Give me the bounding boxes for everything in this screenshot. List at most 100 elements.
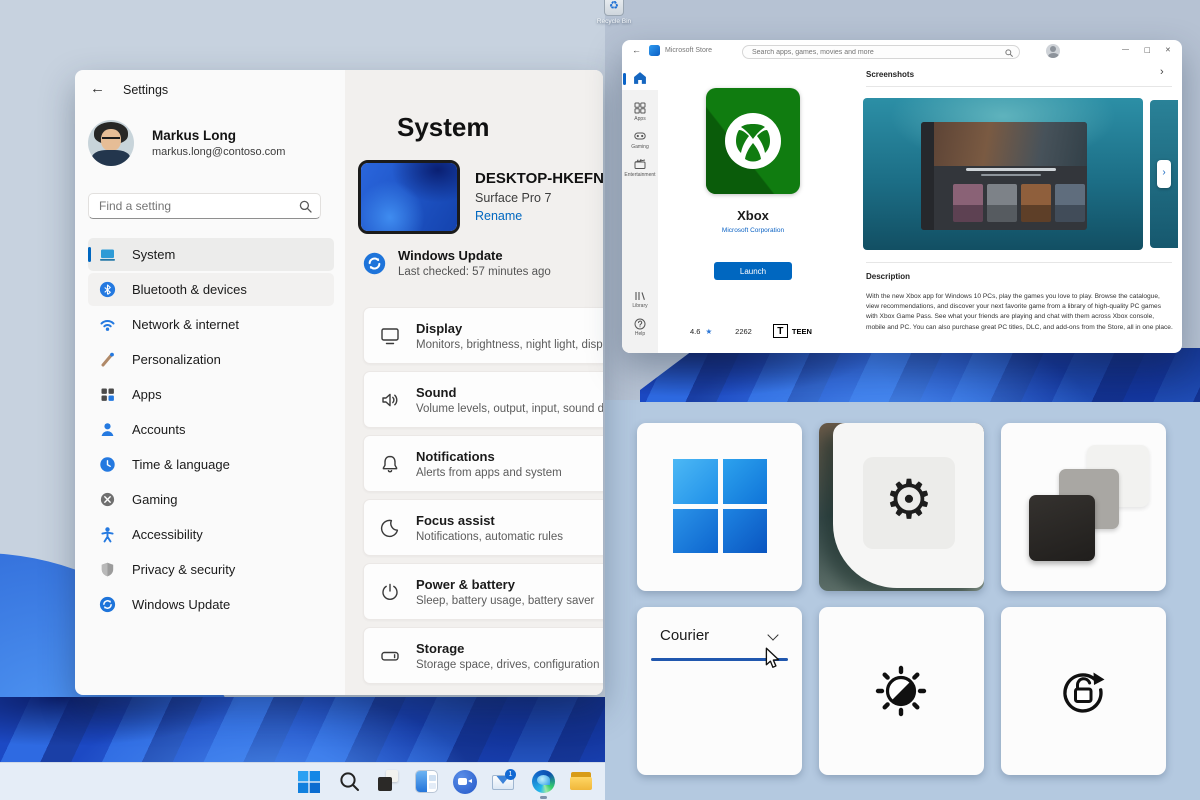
- sidebar-item-time-language[interactable]: Time & language: [88, 448, 334, 481]
- folder-front: [570, 777, 592, 790]
- row-title: Power & battery: [416, 577, 594, 592]
- device-thumbnail: [358, 160, 460, 234]
- row-title: Focus assist: [416, 513, 563, 528]
- row-subtitle: Storage space, drives, configuration rul…: [416, 659, 603, 671]
- sidebar-item-personalization[interactable]: Personalization: [88, 343, 334, 376]
- rating-count: 2262: [735, 327, 752, 336]
- display-icon: [378, 324, 402, 348]
- widgets-icon[interactable]: [415, 770, 438, 793]
- settings-row-notifications[interactable]: NotificationsAlerts from apps and system: [363, 435, 603, 492]
- gear-icon: ⚙: [863, 453, 955, 545]
- sidebar-item-windows-update[interactable]: Windows Update: [88, 588, 334, 621]
- rail-label-entertainment[interactable]: Entertainment: [622, 172, 658, 178]
- store-back-button[interactable]: ←: [632, 45, 641, 55]
- screenshot-thumbnail[interactable]: [863, 98, 1143, 250]
- mail-badge-count: 1: [509, 771, 513, 778]
- settings-window: ← Settings Markus Long markus.long@conto…: [75, 70, 603, 695]
- system-icon: [99, 246, 116, 263]
- carousel-next-chevron: ›: [1162, 167, 1165, 178]
- network-icon: [99, 316, 116, 333]
- entertainment-rail-icon[interactable]: [634, 158, 646, 170]
- close-button[interactable]: ✕: [1165, 46, 1171, 54]
- rating-value: 4.6: [690, 327, 700, 336]
- windows-update-title[interactable]: Windows Update: [398, 248, 503, 263]
- library-rail-icon[interactable]: [634, 290, 646, 302]
- description-body: With the new Xbox app for Windows 10 PCs…: [866, 292, 1174, 333]
- user-name: Markus Long: [152, 128, 236, 143]
- row-title: Storage: [416, 641, 603, 656]
- page-title: System: [397, 112, 490, 143]
- selected-indicator: [88, 247, 91, 262]
- bloom-wallpaper-strip: [0, 697, 605, 762]
- row-title: Sound: [416, 385, 603, 400]
- sidebar-item-label: Bluetooth & devices: [132, 282, 247, 297]
- settings-row-storage[interactable]: Storage Storage space, drives, configurat…: [363, 627, 603, 684]
- screenshot-thumbnail-next[interactable]: ›: [1150, 100, 1178, 248]
- sidebar-item-apps[interactable]: Apps: [88, 378, 334, 411]
- sidebar-item-network[interactable]: Network & internet: [88, 308, 334, 341]
- maximize-button[interactable]: □: [1144, 46, 1151, 54]
- settings-row-power[interactable]: Power & batterySleep, battery usage, bat…: [363, 563, 603, 620]
- sidebar-item-accounts[interactable]: Accounts: [88, 413, 334, 446]
- sidebar-item-system[interactable]: System: [88, 238, 334, 271]
- storage-icon: [378, 644, 402, 668]
- app-publisher[interactable]: Microsoft Corporation: [686, 227, 820, 234]
- store-search-input[interactable]: [750, 46, 990, 58]
- sidebar-item-bluetooth[interactable]: Bluetooth & devices: [88, 273, 334, 306]
- settings-row-focus-assist[interactable]: Focus assistNotifications, automatic rul…: [363, 499, 603, 556]
- windows-logo-square: [673, 509, 718, 554]
- themes-app-icon[interactable]: [376, 770, 400, 794]
- screenshot-app-panel: [921, 122, 1087, 230]
- start-button[interactable]: [298, 771, 320, 793]
- rename-link[interactable]: Rename: [475, 209, 522, 223]
- account-avatar[interactable]: [1046, 44, 1060, 58]
- row-subtitle: Volume levels, output, input, sound devi…: [416, 403, 603, 415]
- moon-icon: [378, 516, 402, 540]
- sound-icon: [378, 388, 402, 412]
- esrb-letter: T: [773, 324, 788, 338]
- desktop-collage: ♻ Recycle Bin ← Settings Markus Long mar…: [0, 0, 1200, 800]
- row-subtitle: Monitors, brightness, night light, displ…: [416, 339, 603, 351]
- avatar-suit: [92, 150, 130, 166]
- edge-icon[interactable]: [532, 770, 555, 793]
- power-icon: [378, 580, 402, 604]
- update-icon: [99, 596, 116, 613]
- rail-label-help[interactable]: Help: [622, 331, 658, 337]
- help-rail-icon[interactable]: [634, 318, 646, 330]
- user-profile[interactable]: Markus Long markus.long@contoso.com: [88, 120, 338, 168]
- file-explorer-icon[interactable]: [570, 771, 594, 793]
- screenshot-hero-caption: [966, 168, 1056, 171]
- store-window-title: Microsoft Store: [665, 47, 712, 54]
- settings-row-sound[interactable]: Sound Volume levels, output, input, sound…: [363, 371, 603, 428]
- sidebar-item-privacy[interactable]: Privacy & security: [88, 553, 334, 586]
- mail-icon[interactable]: 1: [492, 771, 516, 795]
- rail-label-gaming[interactable]: Gaming: [622, 144, 658, 150]
- gaming-rail-icon[interactable]: [634, 130, 646, 142]
- screenshots-header: Screenshots: [866, 70, 914, 79]
- minimize-button[interactable]: —: [1122, 46, 1129, 53]
- chat-icon[interactable]: [453, 770, 477, 794]
- sidebar-item-label: Personalization: [132, 352, 221, 367]
- carousel-next-button[interactable]: ›: [1157, 160, 1171, 188]
- home-icon[interactable]: [633, 71, 647, 85]
- recycle-bin-shortcut[interactable]: ♻ Recycle Bin: [590, 0, 638, 30]
- launch-button[interactable]: Launch: [714, 262, 792, 280]
- settings-search-input[interactable]: [97, 194, 292, 218]
- rail-label-library[interactable]: Library: [622, 303, 658, 309]
- settings-row-display[interactable]: DisplayMonitors, brightness, night light…: [363, 307, 603, 364]
- sidebar-item-accessibility[interactable]: Accessibility: [88, 518, 334, 551]
- settings-back-button[interactable]: ←: [90, 80, 105, 97]
- settings-search-box[interactable]: [88, 193, 321, 219]
- brightness-icon: [873, 663, 929, 719]
- screenshots-expand-chevron[interactable]: ›: [1160, 66, 1164, 78]
- recycle-bin-label: Recycle Bin: [590, 18, 638, 25]
- rail-label-apps[interactable]: Apps: [622, 116, 658, 122]
- sidebar-item-gaming[interactable]: Gaming: [88, 483, 334, 516]
- search-taskbar-icon[interactable]: [339, 771, 360, 792]
- screenshot-card-4: [1055, 184, 1085, 222]
- theme-square-dark: [1029, 495, 1095, 561]
- apps-rail-icon[interactable]: [634, 102, 646, 114]
- esrb-badge: T TEEN: [773, 324, 812, 338]
- screenshot-hero-subcaption: [981, 174, 1041, 176]
- store-search-box[interactable]: [742, 45, 1020, 59]
